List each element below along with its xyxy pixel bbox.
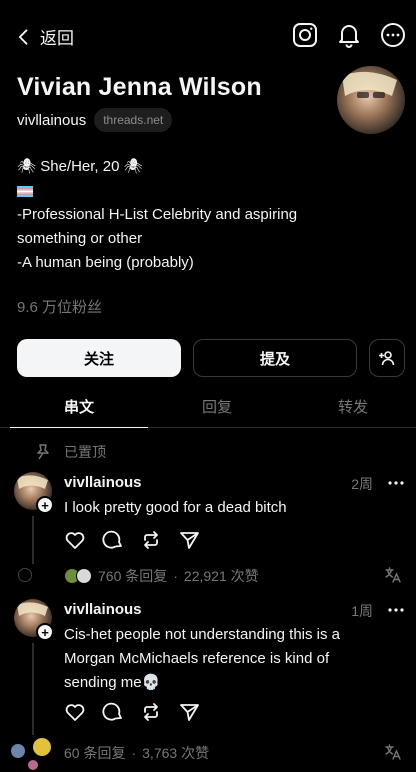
like-count: 3,763 次赞 (142, 745, 210, 761)
profile-name: Vivian Jenna Wilson (17, 73, 262, 101)
repost-icon[interactable] (140, 529, 162, 551)
handle-row: vivllainous threads.net (17, 108, 173, 132)
profile-avatar[interactable] (337, 66, 405, 134)
trans-flag-icon (17, 185, 33, 197)
bell-icon[interactable] (336, 22, 362, 48)
pinned-label: 已置顶 (64, 444, 106, 460)
back-label: 返回 (40, 29, 74, 48)
bio-pronouns: She/Her, 20 (40, 158, 120, 175)
chevron-left-icon (18, 28, 28, 45)
like-count: 22,921 次赞 (183, 568, 259, 584)
post-time: 2周 (351, 476, 373, 492)
more-options-icon[interactable] (380, 22, 406, 48)
bio-line: something or other (17, 230, 143, 247)
thread-post[interactable]: + vivllainous 1周 Cis-het people not unde… (0, 599, 416, 771)
profile-handle: vivllainous (17, 111, 87, 129)
followers-count[interactable]: 9.6 万位粉丝 (17, 296, 102, 317)
reply-count: 760 条回复 (98, 568, 168, 584)
stats-separator: · (173, 568, 178, 584)
bio-pronouns-line: 🕷 She/Her, 20 🕷 (17, 155, 377, 179)
post-text: Cis-het people not understanding this is… (64, 623, 394, 695)
bio-line: -A human being (probably) (17, 254, 194, 271)
post-text: I look pretty good for a dead bitch (64, 496, 394, 520)
tab-replies[interactable]: 回复 (148, 390, 286, 428)
tab-threads[interactable]: 串文 (10, 390, 148, 428)
profile-bio: 🕷 She/Her, 20 🕷 -Professional H-List Cel… (17, 155, 377, 275)
post-actions (64, 529, 200, 551)
reply-avatars (64, 568, 92, 584)
instagram-icon[interactable] (292, 22, 318, 48)
avatar (32, 737, 52, 757)
stats-separator: · (131, 745, 137, 761)
post-username[interactable]: vivllainous (64, 474, 142, 491)
follow-button[interactable]: 关注 (17, 339, 181, 377)
post-stats[interactable]: 760 条回复 · 22,921 次赞 (64, 566, 259, 586)
top-bar: 返回 (0, 20, 416, 56)
avatar (10, 743, 26, 759)
post-text-line: Cis-het people not understanding this is… (64, 626, 341, 643)
more-icon[interactable] (387, 474, 405, 492)
bio-line: -Professional H-List Celebrity and aspir… (17, 206, 298, 223)
share-icon[interactable] (178, 529, 200, 551)
profile-actions: 关注 提及 (17, 339, 405, 377)
profile-tabs: 串文 回复 转发 (0, 390, 416, 428)
post-stats[interactable]: 60 条回复 · 3,763 次赞 (64, 743, 209, 763)
back-button[interactable]: 返回 (14, 24, 74, 49)
avatar (76, 568, 92, 584)
add-person-button[interactable] (369, 339, 405, 377)
spider-emoji: 🕷 (123, 158, 143, 175)
mention-button[interactable]: 提及 (193, 339, 357, 377)
translate-icon[interactable] (384, 566, 402, 584)
add-person-icon (379, 351, 395, 366)
avatar (27, 759, 39, 771)
thread-post[interactable]: + vivllainous 2周 I look pretty good for … (0, 472, 416, 592)
tab-reposts[interactable]: 转发 (284, 390, 416, 428)
repost-icon[interactable] (140, 701, 162, 723)
post-time: 1周 (351, 603, 373, 619)
pinned-indicator: 已置顶 (34, 442, 106, 462)
reply-hint-icon (18, 568, 32, 582)
thread-line (32, 643, 34, 735)
bio-flag-line (17, 179, 377, 203)
post-text-line: I look pretty good for a dead bitch (64, 499, 287, 516)
spider-emoji: 🕷 (17, 158, 37, 175)
reply-count: 60 条回复 (64, 745, 126, 761)
heart-icon[interactable] (64, 701, 86, 723)
follow-plus-badge[interactable]: + (36, 623, 54, 641)
heart-icon[interactable] (64, 529, 86, 551)
share-icon[interactable] (178, 701, 200, 723)
post-actions (64, 701, 200, 723)
comment-icon[interactable] (102, 701, 124, 723)
more-icon[interactable] (387, 601, 405, 619)
threads-domain-badge[interactable]: threads.net (94, 108, 173, 132)
pin-icon (37, 444, 49, 460)
post-text-line: Morgan McMichaels reference is kind of (64, 650, 330, 667)
thread-line (32, 516, 34, 564)
follow-plus-badge[interactable]: + (36, 496, 54, 514)
reply-avatars[interactable] (10, 737, 52, 771)
translate-icon[interactable] (384, 743, 402, 761)
post-username[interactable]: vivllainous (64, 601, 142, 618)
comment-icon[interactable] (102, 529, 124, 551)
post-text-line: sending me💀 (64, 674, 161, 691)
